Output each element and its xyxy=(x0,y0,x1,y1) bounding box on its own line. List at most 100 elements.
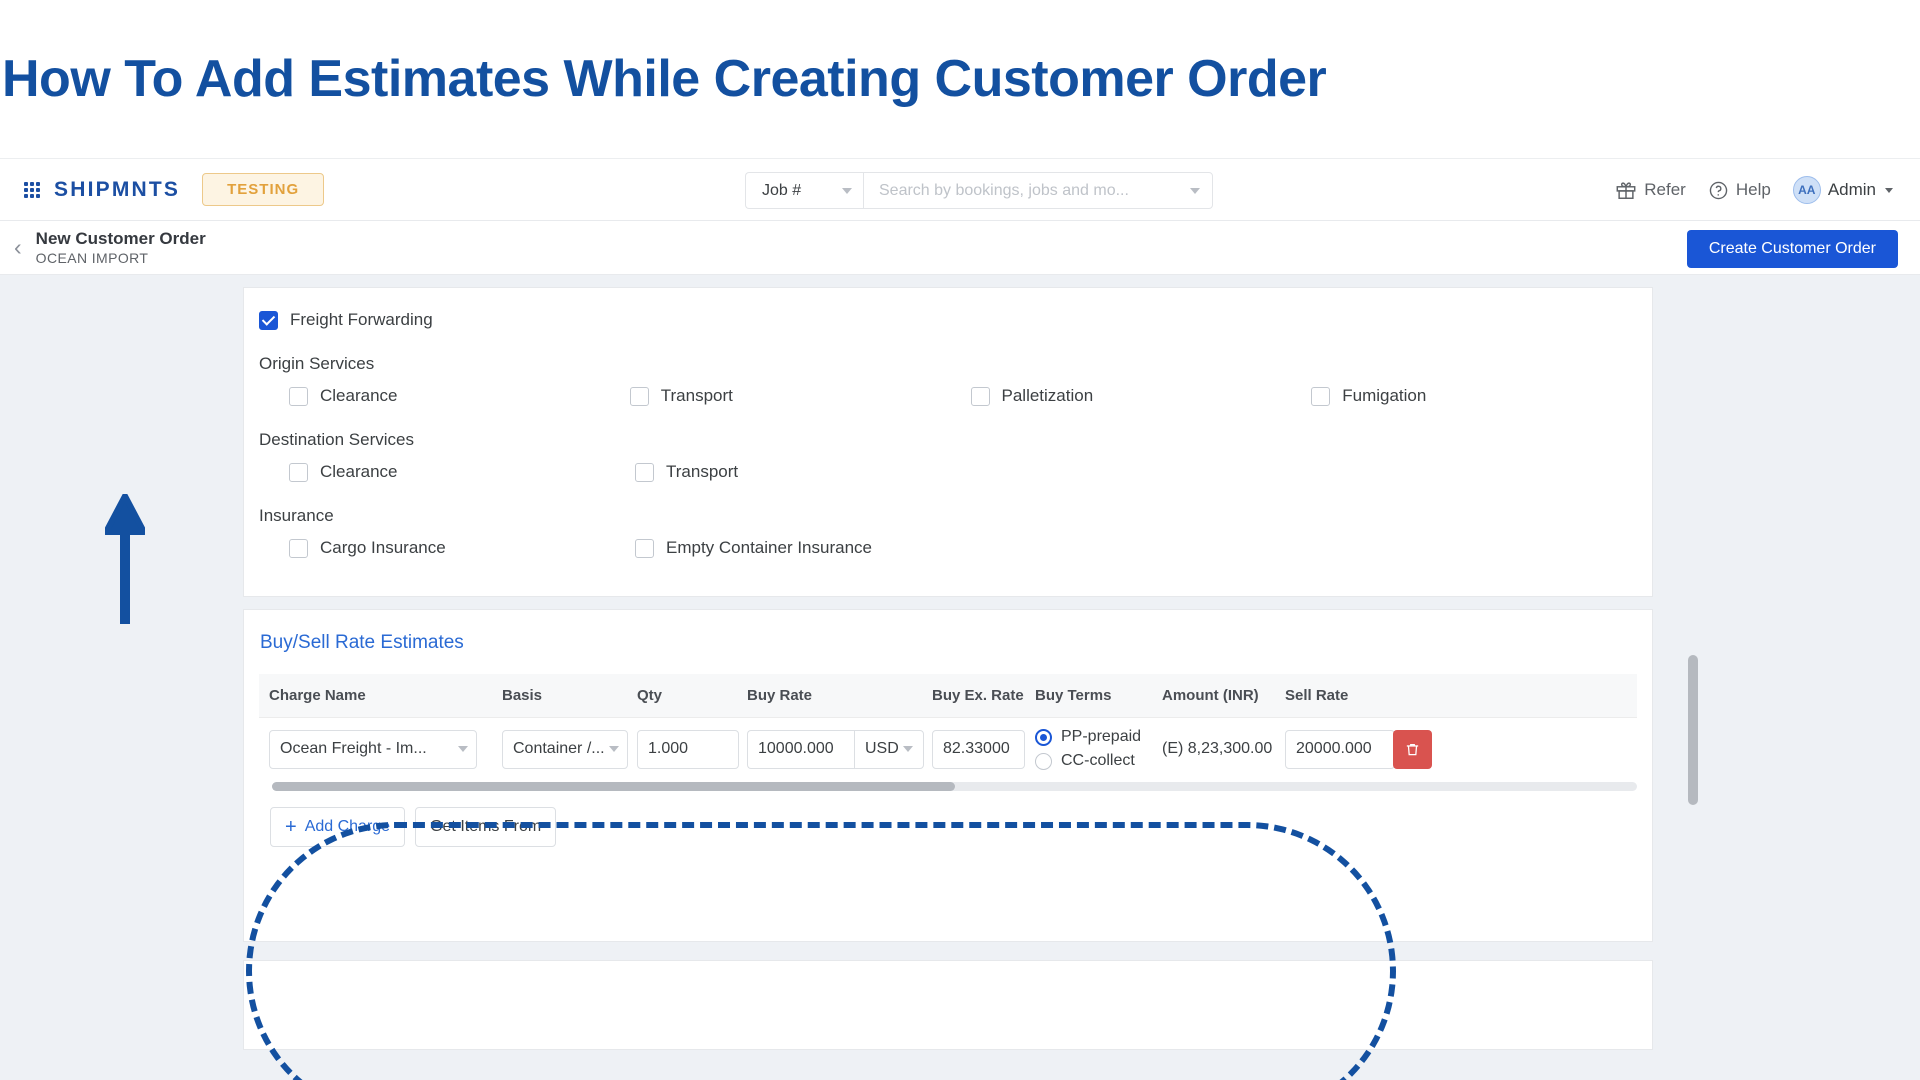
checkbox-icon[interactable] xyxy=(289,462,308,482)
cell-basis: Container /... xyxy=(502,729,637,769)
column-header-qty: Qty xyxy=(637,687,663,704)
user-menu[interactable]: AA Admin xyxy=(1786,171,1900,209)
origin-transport-row[interactable]: Transport xyxy=(629,386,971,406)
qty-value: 1.000 xyxy=(648,740,689,757)
empty-container-insurance-label: Empty Container Insurance xyxy=(666,538,872,557)
global-search[interactable]: Job # xyxy=(745,172,1213,209)
destination-transport-row[interactable]: Transport xyxy=(635,462,981,482)
origin-transport-label: Transport xyxy=(660,386,733,405)
checkbox-icon[interactable] xyxy=(289,538,308,558)
page-content: Freight Forwarding Origin Services Clear… xyxy=(0,275,1920,1080)
refer-button[interactable]: Refer xyxy=(1608,174,1693,206)
checkbox-icon[interactable] xyxy=(1311,386,1331,406)
charge-name-value: Ocean Freight - Im... xyxy=(280,740,427,757)
cell-qty: 1.000 xyxy=(637,729,747,769)
services-card: Freight Forwarding Origin Services Clear… xyxy=(243,287,1653,597)
radio-cc-collect[interactable]: CC-collect xyxy=(1035,752,1162,770)
search-type-label: Job # xyxy=(762,181,802,199)
search-input[interactable] xyxy=(879,181,1179,200)
insurance-options: Cargo Insurance Empty Container Insuranc… xyxy=(259,538,1652,558)
add-charge-label: Add Charge xyxy=(304,818,391,835)
page-subheader: ‹ New Customer Order OCEAN IMPORT Create… xyxy=(0,221,1920,275)
radio-pp-prepaid[interactable]: PP-prepaid xyxy=(1035,728,1162,746)
page-vertical-scrollbar[interactable] xyxy=(1688,655,1698,805)
top-navigation-bar: SHIPMNTS TESTING Job # Search by booking… xyxy=(0,159,1920,221)
get-items-from-button[interactable]: Get Items From xyxy=(415,807,557,847)
sell-rate-value: 20000.000 xyxy=(1296,740,1372,757)
help-button[interactable]: Help xyxy=(1701,175,1778,206)
qty-input[interactable]: 1.000 xyxy=(637,729,739,769)
pp-prepaid-label: PP-prepaid xyxy=(1061,728,1142,745)
destination-services-options: Clearance Transport xyxy=(259,462,1652,482)
apps-grid-icon[interactable] xyxy=(24,181,40,198)
gift-icon xyxy=(1616,182,1636,199)
back-chevron-icon[interactable]: ‹ xyxy=(14,236,22,259)
cell-buy-ex-rate: 82.33000 xyxy=(932,729,1035,769)
destination-transport-label: Transport xyxy=(666,462,739,481)
chevron-down-icon xyxy=(1190,187,1200,194)
brand-logo[interactable]: SHIPMNTS xyxy=(24,178,180,202)
estimates-card: Buy/Sell Rate Estimates Charge Name Basi… xyxy=(243,609,1653,942)
checkbox-icon[interactable] xyxy=(635,462,654,482)
basis-select[interactable]: Container /... xyxy=(502,729,628,769)
checkbox-icon[interactable] xyxy=(970,386,990,406)
help-label: Help xyxy=(1735,180,1771,199)
empty-container-insurance-row[interactable]: Empty Container Insurance xyxy=(635,538,981,558)
radio-unselected-icon[interactable] xyxy=(1035,752,1052,770)
avatar: AA xyxy=(1792,176,1821,204)
buy-rate-value: 10000.000 xyxy=(758,740,834,757)
title-banner: How To Add Estimates While Creating Cust… xyxy=(0,0,1920,158)
chevron-down-icon xyxy=(842,187,852,194)
origin-clearance-row[interactable]: Clearance xyxy=(289,386,630,406)
search-type-select[interactable]: Job # xyxy=(745,172,863,209)
checkbox-icon[interactable] xyxy=(629,386,649,406)
sell-rate-input[interactable]: 20000.000 xyxy=(1285,729,1395,769)
delete-row-button[interactable] xyxy=(1393,729,1432,769)
plus-icon: + xyxy=(285,816,297,838)
refer-label: Refer xyxy=(1644,180,1686,199)
origin-fumigation-row[interactable]: Fumigation xyxy=(1311,386,1652,406)
checkbox-icon[interactable] xyxy=(635,538,654,558)
checkbox-icon[interactable] xyxy=(259,310,278,330)
search-input-wrapper[interactable] xyxy=(863,172,1213,209)
breadcrumb-title: New Customer Order xyxy=(35,228,206,248)
estimates-actions: + Add Charge Get Items From xyxy=(270,807,1652,847)
buy-rate-input[interactable]: 10000.000 xyxy=(747,729,854,769)
breadcrumb-subtitle: OCEAN IMPORT xyxy=(35,250,149,267)
column-header-sell-rate: Sell Rate xyxy=(1285,687,1349,704)
currency-select[interactable]: USD xyxy=(854,729,924,769)
cargo-insurance-row[interactable]: Cargo Insurance xyxy=(289,538,635,558)
amount-value: (E) 8,23,300.00 xyxy=(1162,740,1273,757)
caret-down-icon xyxy=(1885,187,1893,193)
table-horizontal-scrollbar[interactable] xyxy=(272,782,1637,791)
origin-palletization-label: Palletization xyxy=(1001,386,1094,405)
chevron-down-icon xyxy=(458,746,468,752)
trash-icon xyxy=(1406,743,1419,755)
buy-ex-rate-input[interactable]: 82.33000 xyxy=(932,729,1025,769)
charge-name-select[interactable]: Ocean Freight - Im... xyxy=(269,729,477,769)
add-charge-button[interactable]: + Add Charge xyxy=(270,807,406,847)
user-label: Admin xyxy=(1827,180,1876,199)
column-header-buy-rate: Buy Rate xyxy=(747,687,813,704)
chevron-down-icon xyxy=(609,746,619,752)
freight-forwarding-checkbox-row[interactable]: Freight Forwarding xyxy=(259,310,1652,330)
destination-clearance-label: Clearance xyxy=(320,462,398,481)
estimates-table: Charge Name Basis Qty Buy Rate Buy Ex. R… xyxy=(259,674,1637,780)
cell-buy-terms: PP-prepaid CC-collect xyxy=(1035,728,1162,770)
create-customer-order-button[interactable]: Create Customer Order xyxy=(1686,230,1898,268)
origin-palletization-row[interactable]: Palletization xyxy=(970,386,1312,406)
app-window: SHIPMNTS TESTING Job # Search by booking… xyxy=(0,158,1920,1080)
column-header-buy-terms: Buy Terms xyxy=(1035,687,1112,704)
checkbox-icon[interactable] xyxy=(289,386,308,406)
radio-selected-icon[interactable] xyxy=(1035,728,1052,746)
right-gutter xyxy=(1895,275,1920,1080)
currency-value: USD xyxy=(865,740,899,757)
help-circle-icon xyxy=(1709,181,1728,199)
cell-charge-name: Ocean Freight - Im... xyxy=(269,729,502,769)
buy-terms-radio-group: PP-prepaid CC-collect xyxy=(1035,728,1162,770)
cell-sell-rate: 20000.000 xyxy=(1285,729,1395,769)
freight-forwarding-label: Freight Forwarding xyxy=(290,310,433,329)
scrollbar-thumb[interactable] xyxy=(272,782,955,791)
destination-clearance-row[interactable]: Clearance xyxy=(289,462,635,482)
estimates-section-title: Buy/Sell Rate Estimates xyxy=(260,632,464,653)
